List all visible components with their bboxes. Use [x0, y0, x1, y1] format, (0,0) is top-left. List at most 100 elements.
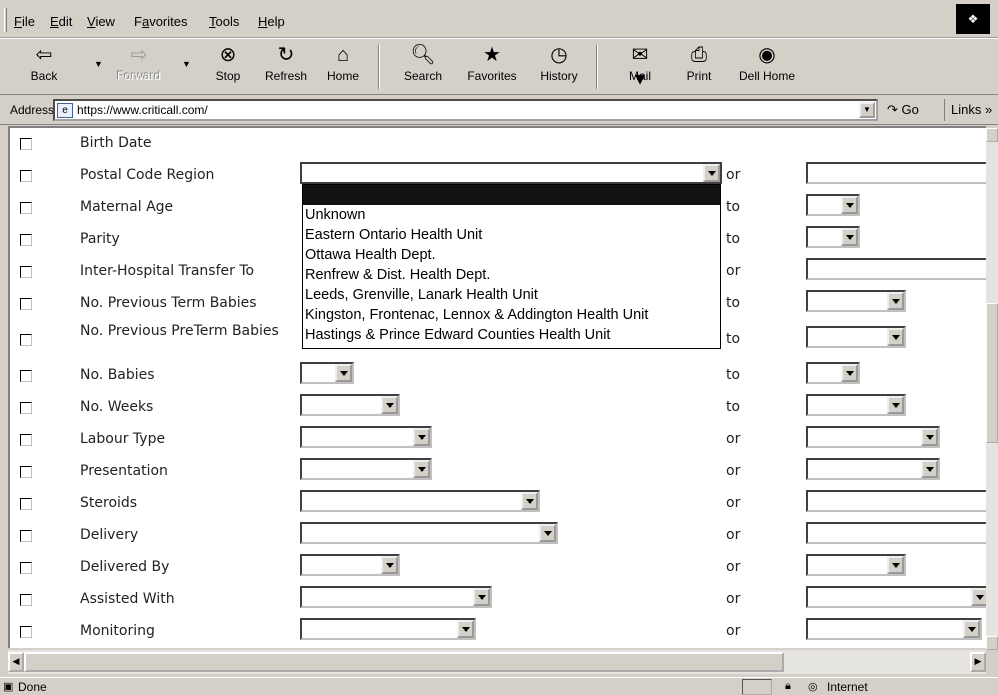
checkbox-previous-preterm-babies[interactable] [20, 334, 32, 346]
address-dropdown-icon[interactable]: ▼ [859, 102, 875, 118]
checkbox-parity[interactable] [20, 234, 32, 246]
delivery-select[interactable] [300, 522, 558, 544]
checkbox-no-babies[interactable] [20, 370, 32, 382]
checkbox-inter-hospital-transfer[interactable] [20, 266, 32, 278]
chevron-down-icon[interactable] [971, 588, 986, 606]
postal-code-region-dropdown-list[interactable]: Unknown Eastern Ontario Health Unit Otta… [302, 184, 721, 349]
previous-preterm-babies-to-select[interactable] [806, 326, 906, 348]
vertical-scrollbar[interactable] [986, 128, 998, 650]
assisted-with-select-2[interactable] [806, 586, 986, 608]
menu-view[interactable]: View [87, 14, 115, 29]
chevron-down-icon[interactable] [963, 620, 980, 638]
back-button[interactable]: ⇦ Back [22, 43, 66, 93]
chevron-down-icon[interactable] [457, 620, 474, 638]
scroll-right-icon[interactable]: ▶ [970, 652, 986, 672]
assisted-with-select[interactable] [300, 586, 492, 608]
checkbox-monitoring[interactable] [20, 626, 32, 638]
delivery-select-2[interactable] [806, 522, 986, 544]
print-button[interactable]: ⎙ Print [676, 43, 722, 93]
links-button[interactable]: Links » [944, 99, 998, 121]
chevron-down-icon[interactable] [703, 164, 720, 182]
checkbox-no-weeks[interactable] [20, 402, 32, 414]
menu-favorites[interactable]: Favorites [134, 14, 187, 29]
forward-history-dropdown-icon[interactable]: ▼ [182, 59, 191, 69]
history-button[interactable]: ◷ History [528, 43, 590, 93]
checkbox-assisted-with[interactable] [20, 594, 32, 606]
dropdown-option[interactable]: Renfrew & Dist. Health Dept. [303, 265, 720, 285]
postal-code-region-select-2[interactable] [806, 162, 986, 184]
monitoring-select-2[interactable] [806, 618, 982, 640]
chevron-down-icon[interactable] [413, 460, 430, 478]
parity-to-select[interactable] [806, 226, 860, 248]
chevron-down-icon[interactable] [841, 196, 858, 214]
checkbox-delivered-by[interactable] [20, 562, 32, 574]
no-babies-from-select[interactable] [300, 362, 354, 384]
scroll-down-icon[interactable] [986, 636, 998, 650]
labour-type-select-2[interactable] [806, 426, 940, 448]
checkbox-labour-type[interactable] [20, 434, 32, 446]
chevron-down-icon[interactable] [381, 556, 398, 574]
dropdown-option[interactable]: Hastings & Prince Edward Counties Health… [303, 325, 720, 345]
checkbox-presentation[interactable] [20, 466, 32, 478]
postal-code-region-select[interactable] [300, 162, 722, 184]
forward-button[interactable]: ⇨ Forward [110, 43, 168, 93]
go-button[interactable]: ↷ Go [887, 102, 919, 118]
chevron-down-icon[interactable] [887, 396, 904, 414]
mail-button[interactable]: ✉▾ Mail [612, 43, 668, 93]
dropdown-option[interactable]: Ottawa Health Dept. [303, 245, 720, 265]
chevron-down-icon[interactable] [841, 228, 858, 246]
search-button[interactable]: 🔍︎ Search [392, 43, 454, 93]
menu-edit[interactable]: Edit [50, 14, 72, 29]
scroll-up-icon[interactable] [986, 128, 998, 142]
chevron-down-icon[interactable] [539, 524, 556, 542]
dropdown-option[interactable]: Leeds, Grenville, Lanark Health Unit [303, 285, 720, 305]
back-history-dropdown-icon[interactable]: ▼ [94, 59, 103, 69]
chevron-down-icon[interactable] [381, 396, 398, 414]
chevron-down-icon[interactable] [335, 364, 352, 382]
address-input[interactable]: e https://www.criticall.com/ ▼ [53, 99, 878, 121]
scroll-left-icon[interactable]: ◀ [8, 652, 24, 672]
horizontal-scrollbar[interactable]: ◀ ▶ [8, 650, 986, 674]
presentation-select[interactable] [300, 458, 432, 480]
chevron-down-icon[interactable] [921, 460, 938, 478]
monitoring-select[interactable] [300, 618, 476, 640]
checkbox-birth-date[interactable] [20, 138, 32, 150]
checkbox-postal-code-region[interactable] [20, 170, 32, 182]
menu-help[interactable]: Help [258, 14, 285, 29]
chevron-down-icon[interactable] [521, 492, 538, 510]
menu-file[interactable]: File [14, 14, 35, 29]
chevron-down-icon[interactable] [413, 428, 430, 446]
delivered-by-select-2[interactable] [806, 554, 906, 576]
checkbox-delivery[interactable] [20, 530, 32, 542]
refresh-button[interactable]: ↻ Refresh [258, 43, 314, 93]
favorites-button[interactable]: ★ Favorites [457, 43, 527, 93]
chevron-down-icon[interactable] [473, 588, 490, 606]
no-babies-to-select[interactable] [806, 362, 860, 384]
horizontal-scroll-thumb[interactable] [24, 652, 784, 672]
dropdown-option[interactable] [303, 185, 720, 205]
previous-term-babies-to-select[interactable] [806, 290, 906, 312]
steroids-select-2[interactable] [806, 490, 986, 512]
dropdown-option[interactable]: Kingston, Frontenac, Lennox & Addington … [303, 305, 720, 325]
presentation-select-2[interactable] [806, 458, 940, 480]
steroids-select[interactable] [300, 490, 540, 512]
no-weeks-to-select[interactable] [806, 394, 906, 416]
delivered-by-select[interactable] [300, 554, 400, 576]
no-weeks-from-select[interactable] [300, 394, 400, 416]
dell-home-button[interactable]: ◉ Dell Home [732, 43, 802, 93]
stop-button[interactable]: ⊗ Stop [206, 43, 250, 93]
home-button[interactable]: ⌂ Home [320, 43, 366, 93]
inter-hospital-transfer-select-2[interactable] [806, 258, 986, 280]
vertical-scroll-thumb[interactable] [986, 303, 998, 443]
maternal-age-to-select[interactable] [806, 194, 860, 216]
checkbox-previous-term-babies[interactable] [20, 298, 32, 310]
checkbox-maternal-age[interactable] [20, 202, 32, 214]
chevron-down-icon[interactable] [887, 292, 904, 310]
chevron-down-icon[interactable] [887, 328, 904, 346]
checkbox-steroids[interactable] [20, 498, 32, 510]
menu-tools[interactable]: Tools [209, 14, 239, 29]
labour-type-select[interactable] [300, 426, 432, 448]
chevron-down-icon[interactable] [841, 364, 858, 382]
chevron-down-icon[interactable] [887, 556, 904, 574]
dropdown-option[interactable]: Eastern Ontario Health Unit [303, 225, 720, 245]
